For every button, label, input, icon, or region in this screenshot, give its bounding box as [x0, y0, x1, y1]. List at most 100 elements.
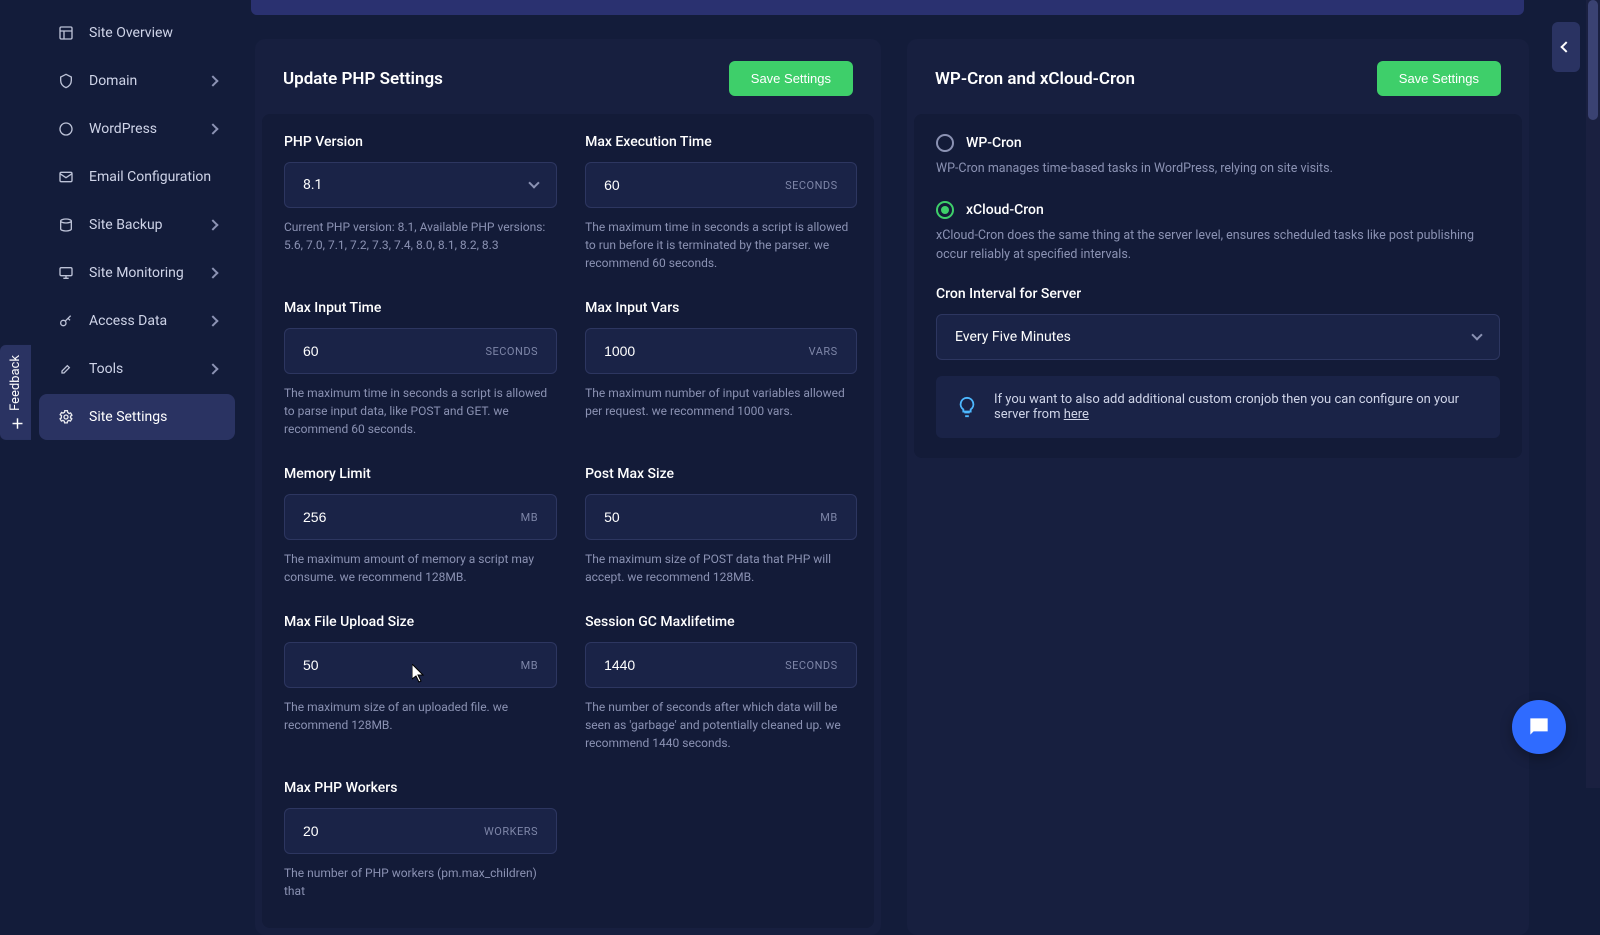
- chevron-right-icon: [207, 123, 218, 134]
- card-title: Update PHP Settings: [283, 69, 443, 89]
- sidebar-item-label: Email Configuration: [89, 169, 217, 185]
- max-input-vars-input[interactable]: [604, 343, 809, 359]
- chevron-left-icon: [1560, 41, 1571, 52]
- suffix: WORKERS: [484, 825, 538, 838]
- cron-info-box: If you want to also add additional custo…: [936, 376, 1500, 438]
- help-text: The maximum time in seconds a script is …: [585, 218, 857, 272]
- field-max-input-vars: Max Input Vars VARS The maximum number o…: [585, 300, 857, 438]
- help-text: Current PHP version: 8.1, Available PHP …: [284, 218, 557, 254]
- memory-input[interactable]: [303, 509, 521, 525]
- scrollbar-track[interactable]: [1586, 0, 1600, 788]
- collapse-panel-button[interactable]: [1552, 22, 1580, 72]
- suffix: SECONDS: [485, 345, 538, 358]
- label: Max Input Time: [284, 300, 557, 316]
- cron-settings-card: WP-Cron and xCloud-Cron Save Settings WP…: [907, 39, 1529, 935]
- help-text: The maximum time in seconds a script is …: [284, 384, 557, 438]
- suffix: MB: [521, 511, 538, 524]
- chat-icon: [1526, 714, 1552, 740]
- chevron-right-icon: [207, 219, 218, 230]
- radio-icon: [936, 134, 954, 152]
- chevron-right-icon: [207, 315, 218, 326]
- suffix: SECONDS: [785, 659, 838, 672]
- top-banner: [251, 0, 1524, 15]
- info-link[interactable]: here: [1064, 407, 1089, 422]
- chevron-down-icon: [528, 177, 539, 188]
- radio-wp-cron[interactable]: WP-Cron: [936, 134, 1500, 152]
- help-text: The maximum size of an uploaded file. we…: [284, 698, 557, 734]
- info-text: If you want to also add additional custo…: [994, 392, 1480, 422]
- sidebar-item-site-settings[interactable]: Site Settings: [39, 394, 235, 440]
- workers-input[interactable]: [303, 823, 484, 839]
- field-max-exec: Max Execution Time SECONDS The maximum t…: [585, 134, 857, 272]
- sidebar-item-site-overview[interactable]: Site Overview: [39, 10, 235, 56]
- sidebar-item-label: Tools: [89, 361, 209, 377]
- field-memory: Memory Limit MB The maximum amount of me…: [284, 466, 557, 586]
- php-settings-card: Update PHP Settings Save Settings PHP Ve…: [255, 39, 881, 935]
- save-php-button[interactable]: Save Settings: [729, 61, 853, 96]
- suffix: MB: [820, 511, 837, 524]
- help-text: The maximum amount of memory a script ma…: [284, 550, 557, 586]
- session-input[interactable]: [604, 657, 785, 673]
- sidebar-item-label: Access Data: [89, 313, 209, 329]
- sidebar-item-label: Site Backup: [89, 217, 209, 233]
- plus-icon: ＋: [6, 417, 25, 430]
- field-session: Session GC Maxlifetime SECONDS The numbe…: [585, 614, 857, 752]
- field-php-version: PHP Version 8.1 Current PHP version: 8.1…: [284, 134, 557, 272]
- sidebar-item-wordpress[interactable]: WordPress: [39, 106, 235, 152]
- wordpress-icon: [57, 120, 75, 138]
- help-text: The number of PHP workers (pm.max_childr…: [284, 864, 557, 900]
- key-icon: [57, 312, 75, 330]
- cron-interval-select[interactable]: Every Five Minutes: [936, 314, 1500, 360]
- label: Session GC Maxlifetime: [585, 614, 857, 630]
- sidebar-item-backup[interactable]: Site Backup: [39, 202, 235, 248]
- label: Post Max Size: [585, 466, 857, 482]
- suffix: VARS: [809, 345, 838, 358]
- save-cron-button[interactable]: Save Settings: [1377, 61, 1501, 96]
- radio-xcloud-cron[interactable]: xCloud-Cron: [936, 201, 1500, 219]
- scrollbar-thumb[interactable]: [1588, 0, 1598, 120]
- feedback-tab[interactable]: ＋ Feedback: [0, 345, 31, 440]
- sidebar-item-domain[interactable]: Domain: [39, 58, 235, 104]
- chat-button[interactable]: [1512, 700, 1566, 754]
- chevron-right-icon: [207, 363, 218, 374]
- label: PHP Version: [284, 134, 557, 150]
- label: Max Input Vars: [585, 300, 857, 316]
- radio-desc: xCloud-Cron does the same thing at the s…: [936, 227, 1500, 265]
- field-post-max: Post Max Size MB The maximum size of POS…: [585, 466, 857, 586]
- chevron-right-icon: [207, 267, 218, 278]
- tools-icon: [57, 360, 75, 378]
- monitor-icon: [57, 264, 75, 282]
- field-workers: Max PHP Workers WORKERS The number of PH…: [284, 780, 557, 900]
- select-value: 8.1: [303, 177, 322, 193]
- label: Max Execution Time: [585, 134, 857, 150]
- select-value: Every Five Minutes: [955, 329, 1071, 345]
- label: Memory Limit: [284, 466, 557, 482]
- max-input-time-input[interactable]: [303, 343, 485, 359]
- suffix: MB: [521, 659, 538, 672]
- sidebar-item-email[interactable]: Email Configuration: [39, 154, 235, 200]
- sidebar-item-label: WordPress: [89, 121, 209, 137]
- label: Max PHP Workers: [284, 780, 557, 796]
- chevron-right-icon: [207, 75, 218, 86]
- post-max-input[interactable]: [604, 509, 820, 525]
- php-version-select[interactable]: 8.1: [284, 162, 557, 208]
- upload-input[interactable]: [303, 657, 521, 673]
- sidebar-item-label: Site Monitoring: [89, 265, 209, 281]
- gear-icon: [57, 408, 75, 426]
- sidebar-item-access[interactable]: Access Data: [39, 298, 235, 344]
- lightbulb-icon: [956, 396, 978, 418]
- suffix: SECONDS: [785, 179, 838, 192]
- sidebar-item-monitoring[interactable]: Site Monitoring: [39, 250, 235, 296]
- database-icon: [57, 216, 75, 234]
- max-exec-input[interactable]: [604, 177, 785, 193]
- main-content: Update PHP Settings Save Settings PHP Ve…: [235, 0, 1540, 788]
- help-text: The maximum size of POST data that PHP w…: [585, 550, 857, 586]
- sidebar-item-tools[interactable]: Tools: [39, 346, 235, 392]
- feedback-label: Feedback: [8, 355, 23, 411]
- help-text: The number of seconds after which data w…: [585, 698, 857, 752]
- radio-icon: [936, 201, 954, 219]
- help-text: The maximum number of input variables al…: [585, 384, 857, 420]
- interval-label: Cron Interval for Server: [936, 286, 1500, 302]
- radio-desc: WP-Cron manages time-based tasks in Word…: [936, 160, 1500, 179]
- sidebar-item-label: Site Settings: [89, 409, 217, 425]
